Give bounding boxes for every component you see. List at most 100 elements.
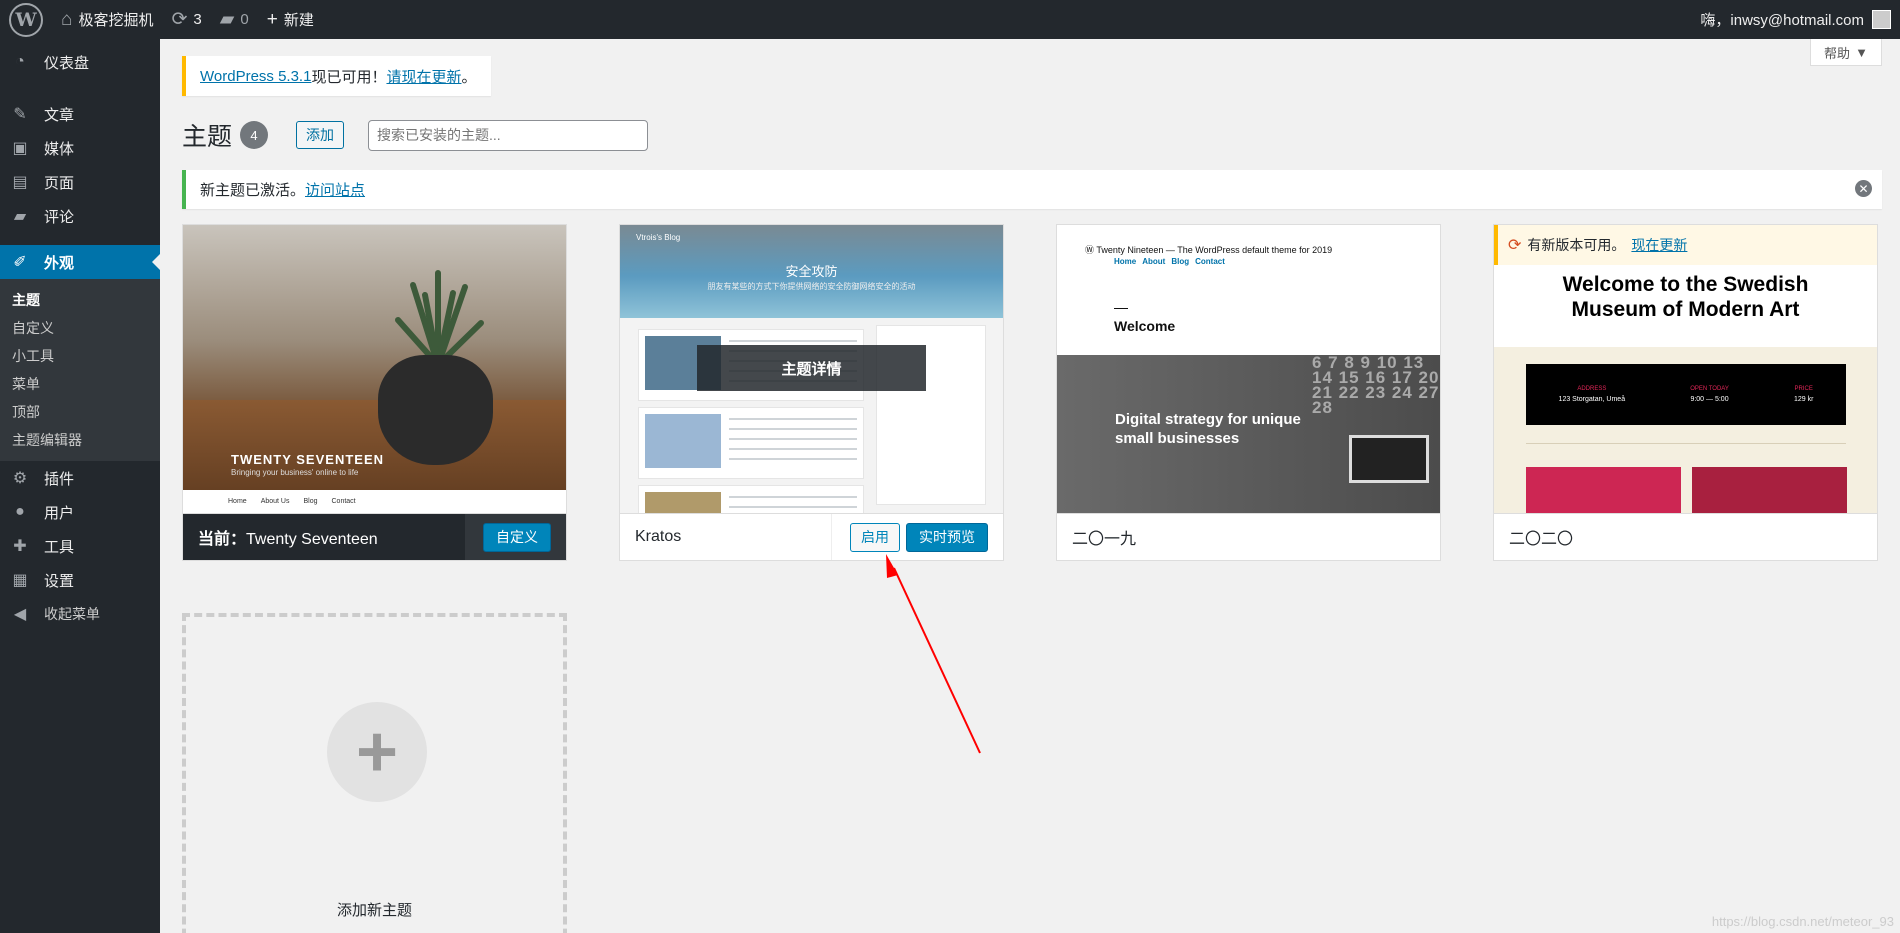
menu-collapse[interactable]: ◀ 收起菜单 [0, 597, 160, 631]
new-label: 新建 [283, 12, 314, 29]
settings-icon: ▦ [12, 572, 28, 589]
period-text: 。 [461, 68, 477, 86]
update-now-link[interactable]: 请现在更新 [386, 66, 461, 87]
theme-activated-notice: 新主题已激活。 访问站点 ✕ [182, 170, 1882, 209]
notice-text: 新主题已激活。 [200, 182, 306, 199]
post-lines [729, 418, 857, 462]
menu-tools[interactable]: ✚ 工具 [0, 529, 160, 563]
page-header: 主题 4 添加 [182, 117, 649, 153]
wp-logo-menu[interactable]: W [0, 0, 52, 39]
theme-card-twentyseventeen[interactable]: TWENTY SEVENTEEN Bringing your business'… [182, 224, 567, 561]
comments-link[interactable]: ▰ 0 [211, 0, 258, 39]
theme-search-input[interactable] [368, 119, 649, 151]
menu-media[interactable]: ▣ 媒体 [0, 131, 160, 165]
admin-bar: W ⌂ 极客挖掘机 ⟳ 3 ▰ 0 + 新建 嗨，inwsy@hotmail.com [0, 0, 1900, 39]
wordpress-logo-icon: Ⓦ [1085, 245, 1097, 255]
theme-bar: Kratos 启用 实时预览 [620, 513, 1003, 560]
menu-appearance[interactable]: ✐ 外观 [0, 245, 160, 279]
theme-screenshot[interactable]: TWENTY SEVENTEEN Bringing your business'… [183, 225, 566, 513]
page-title: 主题 [182, 123, 233, 151]
shot-post [638, 485, 864, 513]
menu-posts[interactable]: ✎ 文章 [0, 97, 160, 131]
shot-info-col: PRICE 129 kr [1794, 386, 1813, 403]
menu-dashboard[interactable]: ◔ 仪表盘 [0, 45, 160, 79]
menu-settings[interactable]: ▦ 设置 [0, 563, 160, 597]
collapse-icon: ◀ [13, 606, 27, 623]
menu-plugins[interactable]: ⚙ 插件 [0, 461, 160, 495]
submenu-header[interactable]: 顶部 [0, 398, 160, 426]
comment-icon: ▰ [13, 208, 27, 225]
theme-screenshot[interactable]: Vtrois's Blog 安全攻防 朋友有某些的方式下你提供网络的安全防御网络… [620, 225, 1003, 513]
watermark: https://blog.csdn.net/meteor_93 [1711, 914, 1894, 929]
theme-name: 当前：Twenty Seventeen [183, 525, 378, 549]
updates-link[interactable]: ⟳ 3 [163, 0, 211, 39]
menu-label: 评论 [44, 208, 75, 226]
post-lines [729, 496, 857, 513]
submenu-widgets[interactable]: 小工具 [0, 342, 160, 370]
new-content-link[interactable]: + 新建 [258, 0, 323, 39]
shot-nav-item: Contact [331, 498, 356, 505]
shot-info-val: 123 Storgatan, Umeå [1558, 396, 1626, 403]
shot-monitor [1349, 435, 1429, 483]
shot-post [638, 407, 864, 479]
live-preview-button[interactable]: 实时预览 [906, 522, 988, 552]
comment-bubble-icon: ▰ [219, 9, 235, 30]
submenu-themes[interactable]: 主题 [0, 286, 160, 314]
shot-nav-item: Blog [1171, 257, 1190, 266]
menu-label: 媒体 [44, 140, 75, 158]
theme-update-notice: ⟳ 有新版本可用。 现在更新 [1494, 225, 1877, 265]
submenu-customize[interactable]: 自定义 [0, 314, 160, 342]
theme-screenshot[interactable]: Ⓦ Twenty Nineteen — The WordPress defaul… [1057, 225, 1440, 513]
shot-head-text: Twenty Nineteen — The WordPress default … [1096, 245, 1333, 255]
menu-label: 设置 [44, 572, 75, 590]
shot-info-head: OPEN TODAY [1690, 386, 1729, 392]
plus-icon: + [266, 8, 278, 30]
shot-title: 安全攻防 [785, 264, 838, 279]
dismiss-icon[interactable]: ✕ [1855, 180, 1872, 197]
theme-name: 二〇二〇 [1509, 531, 1574, 548]
help-tab-button[interactable]: 帮助 ▼ [1810, 39, 1882, 66]
shot-tagline: Digital strategy for unique small busine… [1115, 411, 1301, 447]
menu-label: 外观 [44, 254, 75, 272]
shot-nav-item: Blog [303, 498, 318, 505]
menu-label: 插件 [44, 470, 75, 488]
media-icon: ▣ [12, 140, 28, 157]
shot-info-col: ADDRESS 123 Storgatan, Umeå [1559, 386, 1626, 403]
add-new-theme-card[interactable]: + 添加新主题 [182, 613, 567, 933]
my-account[interactable]: 嗨，inwsy@hotmail.com [1700, 9, 1900, 30]
shot-calendar: 6 7 8 9 10 13 14 15 16 17 20 21 22 23 24… [1312, 355, 1440, 417]
shot-nav-item: Contact [1195, 257, 1225, 266]
menu-label: 仪表盘 [44, 54, 90, 72]
theme-details-overlay[interactable]: 主题详情 [697, 345, 926, 391]
shot-info-col: OPEN TODAY 9:00 — 5:00 [1690, 386, 1729, 403]
menu-users[interactable]: ● 用户 [0, 495, 160, 529]
shot-divider [1526, 443, 1846, 444]
dashboard-icon: ◔ [15, 53, 25, 70]
theme-card-kratos[interactable]: Vtrois's Blog 安全攻防 朋友有某些的方式下你提供网络的安全防御网络… [619, 224, 1004, 561]
customize-button[interactable]: 自定义 [483, 522, 551, 552]
theme-screenshot[interactable]: ⟳ 有新版本可用。 现在更新 Welcome to the Swedish Mu… [1494, 225, 1877, 513]
theme-actions: 启用 实时预览 [831, 513, 1003, 560]
plus-icon: + [327, 702, 427, 802]
admin-sidebar: ◔ 仪表盘 ✎ 文章 ▣ 媒体 ▤ 页面 ▰ 评论 ✐ 外观 主题 自定义 小工具 菜单 顶… [0, 39, 160, 933]
shot-title: Welcome to the Swedish Museum of Modern … [1562, 273, 1809, 321]
caret-down-icon: ▼ [1855, 44, 1868, 60]
shot-info-head: PRICE [1794, 386, 1813, 392]
activate-button[interactable]: 启用 [850, 522, 900, 552]
theme-card-twentytwenty[interactable]: ⟳ 有新版本可用。 现在更新 Welcome to the Swedish Mu… [1493, 224, 1878, 561]
menu-label: 文章 [44, 106, 75, 124]
add-new-theme-label: 添加新主题 [336, 902, 412, 919]
post-thumb [645, 414, 721, 468]
theme-count-badge: 4 [240, 121, 269, 149]
submenu-theme-editor[interactable]: 主题编辑器 [0, 426, 160, 454]
theme-actions: 自定义 [465, 513, 566, 560]
visit-site-link[interactable]: 访问站点 [305, 179, 365, 200]
menu-pages[interactable]: ▤ 页面 [0, 165, 160, 199]
site-name-link[interactable]: ⌂ 极客挖掘机 [52, 0, 163, 39]
theme-update-now-link[interactable]: 现在更新 [1631, 235, 1687, 255]
menu-comments[interactable]: ▰ 评论 [0, 199, 160, 233]
wordpress-version-link[interactable]: WordPress 5.3.1 [200, 68, 311, 85]
theme-card-twentynineteen[interactable]: Ⓦ Twenty Nineteen — The WordPress defaul… [1056, 224, 1441, 561]
submenu-menus[interactable]: 菜单 [0, 370, 160, 398]
add-theme-button[interactable]: 添加 [296, 121, 345, 149]
